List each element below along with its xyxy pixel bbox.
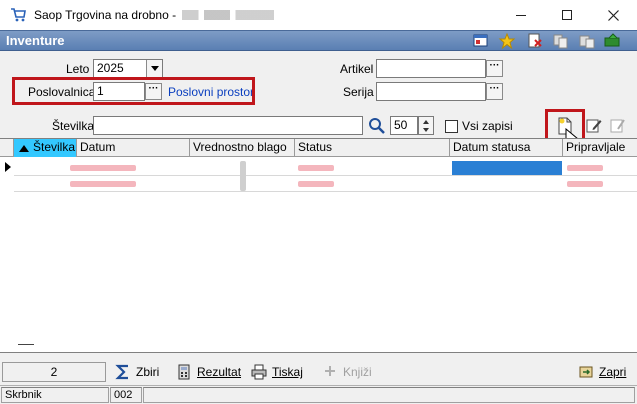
window-title: Saop Trgovina na drobno - [34, 8, 177, 22]
favorite-star-icon[interactable] [498, 32, 516, 50]
post-icon [322, 364, 338, 380]
layout-icon[interactable] [472, 33, 490, 49]
knjizi-button[interactable]: Knjiži [322, 362, 372, 382]
minimize-button[interactable] [498, 0, 544, 30]
close-button[interactable] [590, 0, 636, 30]
tiskaj-button[interactable]: Tiskaj [251, 362, 303, 382]
maximize-button[interactable] [544, 0, 590, 30]
close-icon [607, 9, 619, 21]
edit-icon[interactable] [585, 117, 603, 135]
record-count: 2 [2, 362, 106, 382]
serija-input[interactable] [376, 82, 486, 101]
cart-icon [10, 7, 26, 23]
grid-corner [0, 139, 14, 157]
rezultat-button[interactable]: Rezultat [176, 362, 241, 382]
printer-icon [251, 364, 267, 380]
zapri-label: Zapri [599, 365, 627, 379]
vsi-zapisi-checkbox[interactable] [445, 120, 458, 133]
redacted-datum [70, 165, 136, 171]
knjizi-label: Knjiži [343, 365, 372, 379]
page-size-input[interactable]: 50 [390, 116, 418, 135]
status-code: 002 [110, 387, 142, 403]
redacted-datum [70, 181, 136, 187]
paste-icon[interactable] [578, 33, 596, 49]
column-header-datum[interactable]: Datum [77, 139, 190, 157]
window-titlebar[interactable]: Saop Trgovina na drobno - [0, 0, 637, 30]
grid-header: Številka Datum Vrednostno blago Status D… [0, 139, 637, 157]
leto-value: 2025 [97, 61, 124, 75]
selected-datum-statusa [452, 161, 562, 175]
status-message [143, 387, 635, 403]
row-divider [14, 191, 637, 192]
redacted-title-part [182, 10, 275, 20]
tiskaj-label: Tiskaj [272, 365, 303, 379]
row-pointer-icon [5, 162, 11, 172]
column-label: Pripravljale [566, 140, 626, 154]
artikel-input[interactable] [376, 59, 486, 78]
column-label: Številka [33, 140, 76, 154]
panel-title: Inventure [6, 33, 65, 48]
redacted-status [298, 181, 334, 187]
leto-label: Leto [66, 62, 90, 76]
column-header-vrednostno-blago[interactable]: Vrednostno blago [190, 139, 295, 157]
stevilka-search-input[interactable] [93, 116, 363, 135]
status-user: Skrbnik [1, 387, 109, 403]
page-size-spinner[interactable] [418, 116, 434, 135]
close-door-icon [578, 364, 594, 380]
column-header-stevilka[interactable]: Številka [14, 139, 77, 157]
row-divider [14, 175, 637, 176]
leto-select[interactable]: 2025 [93, 59, 163, 78]
rezultat-label: Rezultat [197, 365, 242, 379]
chevron-down-icon[interactable] [146, 60, 162, 77]
sort-ascending-icon [19, 145, 29, 152]
calculator-icon [176, 364, 192, 380]
current-row-indicator [2, 159, 14, 175]
zbiri-button[interactable]: Zbiri [115, 362, 159, 382]
vsi-zapisi-label: Vsi zapisi [462, 119, 513, 133]
column-label: Datum [80, 140, 116, 154]
stevilka-label: Številka [52, 119, 95, 133]
artikel-lookup-button[interactable]: ··· [486, 60, 503, 77]
column-header-status[interactable]: Status [295, 139, 450, 157]
redacted-status [298, 165, 334, 171]
grid-splitter[interactable] [18, 344, 34, 345]
page-size-value: 50 [394, 118, 408, 132]
redacted-pripravljale [567, 181, 603, 187]
copy-icon[interactable] [552, 33, 570, 49]
column-label: Status [298, 140, 333, 154]
redacted-vrednostno-blago [240, 161, 246, 191]
panel-header: Inventure [0, 30, 637, 51]
delete-record-icon[interactable] [526, 33, 544, 49]
search-icon[interactable] [368, 117, 386, 135]
minimize-icon [516, 14, 526, 16]
column-label: Vrednostno blago [193, 140, 287, 154]
exit-icon[interactable] [604, 33, 622, 49]
redacted-pripravljale [567, 165, 603, 171]
cancel-edit-icon[interactable] [609, 117, 627, 135]
column-label: Datum statusa [453, 140, 531, 154]
sum-icon [115, 364, 131, 380]
serija-label: Serija [343, 85, 374, 99]
column-header-datum-statusa[interactable]: Datum statusa [450, 139, 563, 157]
zbiri-label: Zbiri [136, 365, 160, 379]
column-header-pripravljale[interactable]: Pripravljale [563, 139, 637, 157]
maximize-icon [562, 10, 572, 20]
zapri-button[interactable]: Zapri [578, 362, 626, 382]
highlight-box [12, 77, 255, 105]
bottom-toolbar: 2 Zbiri Rezultat Tiskaj Knjiži Zapri [0, 358, 637, 384]
status-bar: Skrbnik 002 [0, 385, 637, 404]
inventure-grid[interactable]: Številka Datum Vrednostno blago Status D… [0, 138, 637, 353]
serija-lookup-button[interactable]: ··· [486, 83, 503, 100]
artikel-label: Artikel [340, 62, 374, 76]
